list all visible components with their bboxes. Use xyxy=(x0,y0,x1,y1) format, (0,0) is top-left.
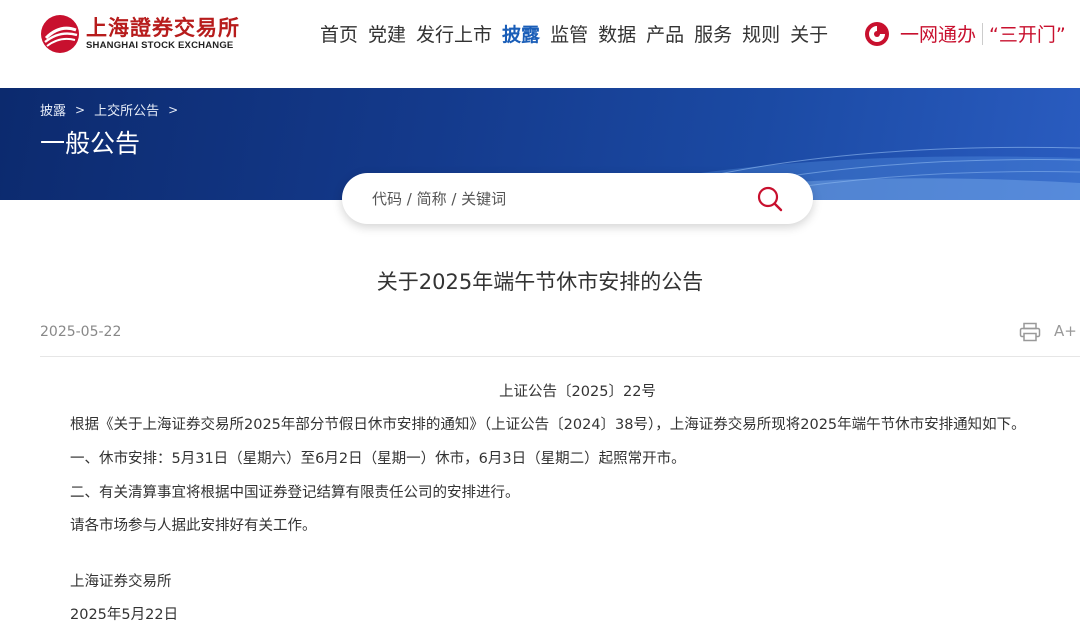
logo-chinese-name: 上海證券交易所 xyxy=(86,15,240,40)
article-title: 关于2025年端午节休市安排的公告 xyxy=(376,270,704,294)
one-stop-logo-icon xyxy=(865,21,889,46)
nav-data[interactable]: 数据 xyxy=(598,22,636,48)
nav-products[interactable]: 产品 xyxy=(646,22,684,48)
breadcrumb: 披露 > 上交所公告 > xyxy=(40,100,187,120)
document-number: 上证公告〔2025〕22号 xyxy=(499,384,656,400)
search-input[interactable] xyxy=(372,187,732,211)
signature: 上海证券交易所 xyxy=(70,574,172,590)
nav-disclosure[interactable]: 披露 xyxy=(502,22,540,48)
one-stop-label: 一网通办 xyxy=(900,24,977,46)
print-icon[interactable] xyxy=(1019,322,1041,342)
chevron-right-icon: > xyxy=(75,102,86,117)
nav-about[interactable]: 关于 xyxy=(790,22,828,48)
nav-listing[interactable]: 发行上市 xyxy=(416,22,492,48)
nav-rules[interactable]: 规则 xyxy=(742,22,780,48)
main-nav: 首页 党建 发行上市 披露 监管 数据 产品 服务 规则 关于 xyxy=(320,22,838,48)
header-divider xyxy=(982,22,984,45)
paragraph-closure: 一、休市安排：5月31日（星期六）至6月2日（星期一）休市，6月3日（星期二）起… xyxy=(70,451,686,467)
page-title: 一般公告 xyxy=(40,129,141,158)
breadcrumb-disclosure[interactable]: 披露 xyxy=(40,100,66,119)
paragraph-clearing: 二、有关清算事宜将根据中国证券登记结算有限责任公司的安排进行。 xyxy=(70,485,520,501)
nav-home[interactable]: 首页 xyxy=(320,22,358,48)
sse-logo[interactable]: 上海證券交易所 SHANGHAI STOCK EXCHANGE xyxy=(40,14,240,54)
publish-date: 2025-05-22 xyxy=(40,324,122,340)
paragraph-request: 请各市场参与人据此安排好有关工作。 xyxy=(70,518,317,534)
search-box xyxy=(342,173,813,224)
one-stop-service[interactable]: 一网通办 “三开门” xyxy=(864,20,1066,47)
sse-logo-icon xyxy=(41,15,79,53)
search-icon[interactable] xyxy=(756,185,784,213)
three-doors-link[interactable]: “三开门” xyxy=(989,20,1066,47)
breadcrumb-sse-announcements[interactable]: 上交所公告 xyxy=(94,100,159,119)
divider xyxy=(40,356,1080,357)
nav-party[interactable]: 党建 xyxy=(368,22,406,48)
sign-date: 2025年5月22日 xyxy=(70,607,179,623)
nav-services[interactable]: 服务 xyxy=(694,22,732,48)
font-size-button[interactable]: A+ xyxy=(1054,322,1077,340)
site-header: 上海證券交易所 SHANGHAI STOCK EXCHANGE 首页 党建 发行… xyxy=(0,0,1080,88)
paragraph-intro: 根据《关于上海证券交易所2025年部分节假日休市安排的通知》（上证公告〔2024… xyxy=(70,417,1026,433)
logo-english-name: SHANGHAI STOCK EXCHANGE xyxy=(86,40,234,51)
nav-regulation[interactable]: 监管 xyxy=(550,22,588,48)
chevron-right-icon: > xyxy=(168,102,179,117)
